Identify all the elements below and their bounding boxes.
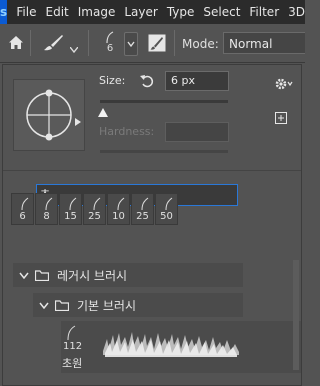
- menu-edit[interactable]: Edit: [46, 5, 69, 19]
- recent-brush[interactable]: 15: [59, 193, 82, 225]
- brush-tip-icon: [21, 197, 29, 211]
- mode-dropdown[interactable]: Normal: [223, 32, 305, 54]
- menu-filter[interactable]: Filter: [249, 5, 279, 19]
- recent-brush[interactable]: 25: [83, 193, 106, 225]
- recent-brush-size: 25: [88, 211, 101, 222]
- size-slider-track[interactable]: [100, 100, 228, 103]
- brush-size: 112: [63, 341, 83, 352]
- folder-icon: [55, 299, 69, 311]
- brush-item-grass[interactable]: 112 초원: [61, 321, 301, 373]
- menu-type[interactable]: Type: [167, 5, 195, 19]
- reset-size-icon[interactable]: [140, 73, 154, 92]
- separator: [88, 30, 89, 56]
- brush-preset-dropdown[interactable]: [124, 32, 138, 56]
- options-bar: 6 Mode: Normal: [0, 24, 305, 63]
- panel-scrollbar[interactable]: [293, 260, 299, 370]
- recent-brush-size: 50: [160, 211, 173, 222]
- menu-3d[interactable]: 3D: [288, 5, 305, 19]
- recent-brush[interactable]: 8: [35, 193, 58, 225]
- recent-brush-size: 10: [112, 211, 125, 222]
- brush-preset-size: 6: [106, 43, 114, 54]
- size-slider-thumb[interactable]: [97, 102, 108, 121]
- hardness-input: [165, 122, 229, 142]
- brush-tip-icon: [117, 197, 125, 211]
- brush-tip-icon: [106, 31, 114, 44]
- brush-name: 초원: [62, 357, 83, 370]
- app-logo-icon[interactable]: s: [0, 0, 8, 24]
- brush-tip-circle-icon: [26, 89, 72, 141]
- gear-icon[interactable]: [275, 75, 293, 94]
- home-icon[interactable]: [8, 35, 24, 54]
- menu-file[interactable]: File: [16, 5, 36, 19]
- folder-basic-brushes[interactable]: 기본 브러시: [33, 293, 243, 317]
- size-label: Size:: [99, 74, 126, 87]
- brush-tip-icon: [93, 197, 101, 211]
- chevron-down-icon: [127, 41, 135, 48]
- brush-tip-icon: [67, 325, 76, 341]
- brush-tip-icon: [165, 197, 173, 211]
- photoshop-window: s File Edit Image Layer Type Select Filt…: [0, 0, 305, 386]
- recent-brush[interactable]: 6: [11, 193, 34, 225]
- menu-select[interactable]: Select: [203, 5, 240, 19]
- chevron-down-icon: [39, 302, 49, 309]
- recent-brush[interactable]: 50: [155, 193, 178, 225]
- recent-brush-size: 15: [64, 211, 77, 222]
- menu-image[interactable]: Image: [78, 5, 116, 19]
- menu-layer[interactable]: Layer: [124, 5, 157, 19]
- recent-brush-size: 8: [43, 211, 50, 222]
- separator: [174, 30, 175, 56]
- brush-preset-panel: Size: 6 px Hardness: 초 6: [2, 64, 302, 386]
- folder-label: 기본 브러시: [77, 298, 137, 313]
- menu-bar: s File Edit Image Layer Type Select Filt…: [0, 0, 305, 24]
- tool-preset-chevron-icon[interactable]: [69, 38, 79, 57]
- brush-tip-icon: [69, 197, 77, 211]
- size-input[interactable]: 6 px: [165, 71, 229, 91]
- separator: [30, 30, 31, 56]
- folder-legacy-brushes[interactable]: 레거시 브러시: [13, 263, 243, 287]
- hardness-label: Hardness:: [99, 125, 155, 138]
- brush-preset-picker[interactable]: 6: [98, 30, 122, 56]
- divider: [3, 170, 301, 171]
- new-preset-icon[interactable]: [275, 109, 287, 128]
- brush-stroke-preview: [103, 332, 239, 357]
- recent-brush[interactable]: 25: [131, 193, 154, 225]
- flip-arrow-icon[interactable]: [75, 111, 81, 130]
- folder-icon: [35, 269, 49, 281]
- brush-tip-icon: [141, 197, 149, 211]
- recent-brush[interactable]: 10: [107, 193, 130, 225]
- brush-tip-icon: [45, 197, 53, 211]
- recent-brush-size: 6: [19, 211, 26, 222]
- recent-brush-size: 25: [136, 211, 149, 222]
- chevron-down-icon: [19, 272, 29, 279]
- app-logo-text: s: [0, 5, 8, 19]
- folder-label: 레거시 브러시: [57, 268, 128, 283]
- mode-label: Mode:: [182, 37, 219, 51]
- hardness-slider-track: [100, 150, 228, 153]
- brush-settings-panel-icon[interactable]: [148, 34, 166, 56]
- recent-brushes: 6 8 15 25 10 25 50: [11, 193, 179, 227]
- brush-tool-icon[interactable]: [42, 34, 64, 56]
